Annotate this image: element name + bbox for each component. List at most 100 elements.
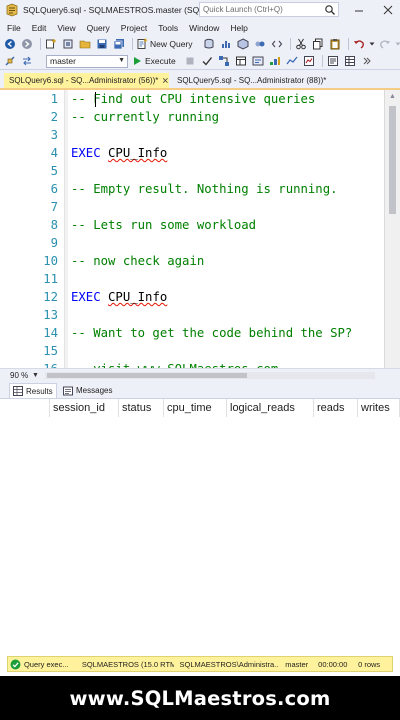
scroll-up-icon[interactable]: ▲ [389, 93, 396, 100]
paste-button[interactable] [328, 37, 342, 51]
menu-help[interactable]: Help [230, 23, 247, 33]
column-header-logical-reads[interactable]: logical_reads [227, 399, 314, 417]
editor-line[interactable]: 9 [0, 234, 384, 252]
quick-launch-input[interactable]: Quick Launch (Ctrl+Q) [203, 5, 324, 14]
editor-line[interactable]: 3 [0, 126, 384, 144]
editor-line[interactable]: 16 -- visit www.SQLMaestros.com [0, 360, 384, 368]
toolbar-separator [289, 38, 291, 50]
intellisense-button[interactable] [251, 54, 265, 68]
query-editor[interactable]: 1 -- Find out CPU intensive queries 2 -- cu… [0, 90, 384, 368]
redo-dropdown[interactable] [395, 37, 400, 51]
cancel-query-button[interactable] [183, 54, 197, 68]
editor-line[interactable]: 11 [0, 270, 384, 288]
forward-button[interactable] [20, 37, 34, 51]
available-databases-select[interactable]: master ▼ [46, 54, 128, 68]
menu-project[interactable]: Project [121, 23, 147, 33]
menu-edit[interactable]: Edit [32, 23, 47, 33]
new-project-button[interactable] [44, 37, 58, 51]
dmx-query-button[interactable] [253, 37, 267, 51]
minimize-button[interactable] [352, 3, 366, 17]
status-user: SQLMAESTROS\Administra... [179, 659, 280, 669]
column-header-cpu-time[interactable]: cpu_time [164, 399, 227, 417]
results-grid[interactable]: session_id status cpu_time logical_reads… [0, 399, 400, 655]
column-header-session-id[interactable]: session_id [50, 399, 119, 417]
toolbar-overflow-button[interactable] [360, 54, 374, 68]
quick-launch-box[interactable]: Quick Launch (Ctrl+Q) [199, 2, 339, 17]
include-actual-plan-button[interactable] [268, 54, 282, 68]
analysis-query-button[interactable] [219, 37, 233, 51]
menu-window[interactable]: Window [189, 23, 219, 33]
editor-line[interactable]: 8 -- Lets run some workload [0, 216, 384, 234]
column-header-writes[interactable]: writes [358, 399, 400, 417]
editor-line[interactable]: 5 [0, 162, 384, 180]
mdx-query-button[interactable] [236, 37, 250, 51]
code-text: EXEC CPU_Info [71, 288, 167, 306]
document-tab-strip: SQLQuery6.sql - SQ...Administrator (56))… [0, 70, 400, 88]
menu-query[interactable]: Query [87, 23, 110, 33]
line-number: 1 [50, 92, 58, 106]
editor-line[interactable]: 15 [0, 342, 384, 360]
zoom-level[interactable]: 90 % [10, 371, 32, 380]
menu-file[interactable]: File [7, 23, 21, 33]
editor-line[interactable]: 4 EXEC CPU_Info [0, 144, 384, 162]
xmla-query-button[interactable] [270, 37, 284, 51]
cut-button[interactable] [294, 37, 308, 51]
column-header-reads[interactable]: reads [314, 399, 358, 417]
tab-results[interactable]: Results [9, 383, 57, 398]
copy-button[interactable] [311, 37, 325, 51]
chevron-down-icon[interactable]: ▼ [32, 372, 39, 379]
editor-line[interactable]: 6 -- Empty result. Nothing is running. [0, 180, 384, 198]
undo-dropdown[interactable] [369, 37, 375, 51]
column-header-status[interactable]: status [119, 399, 164, 417]
editor-line[interactable]: 10 -- now check again [0, 252, 384, 270]
save-button[interactable] [95, 37, 109, 51]
client-statistics-button[interactable] [302, 54, 316, 68]
tab-sqlquery6[interactable]: SQLQuery6.sql - SQ...Administrator (56))… [4, 73, 169, 88]
line-number: 13 [43, 308, 58, 322]
close-tab-icon[interactable] [162, 76, 169, 85]
editor-line[interactable]: 14 -- Want to get the code behind the SP? [0, 324, 384, 342]
database-engine-query-button[interactable] [202, 37, 216, 51]
line-number: 5 [50, 164, 58, 178]
editor-horizontal-scrollbar[interactable] [44, 371, 375, 379]
scrollbar-thumb[interactable] [46, 372, 247, 378]
undo-button[interactable] [352, 37, 366, 51]
procedure-name: CPU_Info [108, 290, 168, 304]
line-number: 8 [50, 218, 58, 232]
editor-line[interactable]: 1 -- Find out CPU intensive queries [0, 90, 384, 108]
results-to-grid-button[interactable] [343, 54, 357, 68]
tab-messages[interactable]: Messages [60, 383, 120, 398]
data-mining-icon [255, 41, 265, 47]
new-query-button[interactable]: New Query [136, 37, 199, 51]
redo-button[interactable] [378, 37, 392, 51]
execute-label: Execute [145, 56, 176, 66]
editor-line[interactable]: 2 -- currently running [0, 108, 384, 126]
back-arrow-icon [5, 39, 15, 49]
query-designer-button[interactable] [234, 54, 248, 68]
connect-button[interactable] [3, 54, 17, 68]
scrollbar-thumb[interactable] [389, 106, 396, 214]
code-text: -- currently running [71, 110, 220, 124]
live-stats-icon [286, 56, 298, 65]
results-text-icon [327, 56, 338, 66]
results-to-text-button[interactable] [326, 54, 340, 68]
save-all-button[interactable] [112, 37, 126, 51]
back-button[interactable] [3, 37, 17, 51]
undo-icon [353, 40, 364, 49]
editor-vertical-scrollbar[interactable]: ▲ [384, 90, 400, 368]
editor-line[interactable]: 13 [0, 306, 384, 324]
change-connection-button[interactable] [20, 54, 34, 68]
row-number-header[interactable] [0, 399, 50, 417]
open-file-button[interactable] [78, 37, 92, 51]
live-query-stats-button[interactable] [285, 54, 299, 68]
editor-line[interactable]: 12 EXEC CPU_Info [0, 288, 384, 306]
editor-line[interactable]: 7 [0, 198, 384, 216]
execute-button[interactable]: Execute [132, 54, 180, 68]
add-item-button[interactable] [61, 37, 75, 51]
tab-sqlquery5[interactable]: SQLQuery5.sql - SQ...Administrator (88))… [172, 73, 352, 88]
menu-view[interactable]: View [57, 23, 75, 33]
parse-button[interactable] [200, 54, 214, 68]
close-window-button[interactable] [381, 3, 395, 17]
menu-tools[interactable]: Tools [158, 23, 178, 33]
display-estimated-plan-button[interactable] [217, 54, 231, 68]
